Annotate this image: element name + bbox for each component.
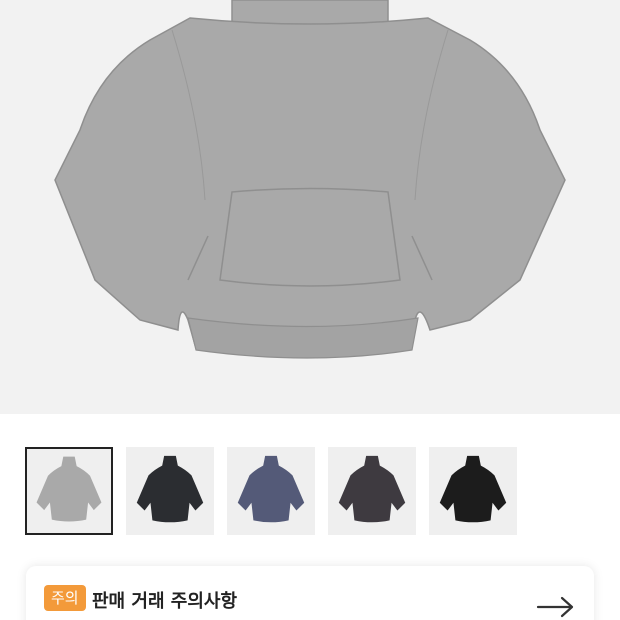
thumbnail-gray[interactable] [25,447,113,535]
hoodie-icon [136,455,204,523]
thumbnail-black-2[interactable] [429,447,517,535]
thumbnail-navy[interactable] [227,447,315,535]
hoodie-icon [439,455,507,523]
notice-badge: 주의 [44,585,86,611]
hoodie-icon [54,0,566,359]
trade-notice-card[interactable]: 주의 판매 거래 주의사항 [26,566,594,620]
hoodie-icon [237,455,305,523]
arrow-right-icon[interactable] [536,596,576,618]
main-product-image[interactable] [0,0,620,414]
product-page: 주의 판매 거래 주의사항 [0,0,620,620]
thumbnail-strip [25,447,517,535]
hoodie-icon [338,455,406,523]
notice-title: 판매 거래 주의사항 [92,591,238,612]
hoodie-icon [36,456,102,522]
thumbnail-charcoal[interactable] [328,447,416,535]
thumbnail-black[interactable] [126,447,214,535]
